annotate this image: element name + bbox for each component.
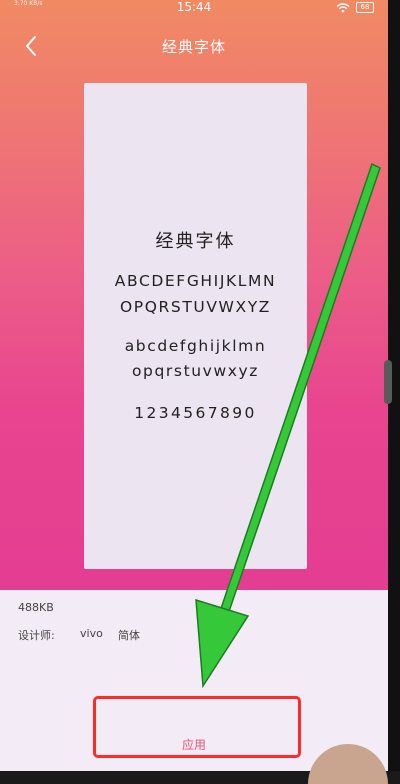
status-icons: 68 xyxy=(336,2,374,13)
preview-digits: 1234567890 xyxy=(134,404,257,422)
preview-uppercase-line-1: ABCDEFGHIJKLMN xyxy=(114,272,277,290)
status-bar: 3.70 KB/s 15:44 68 xyxy=(0,0,388,16)
font-preview-card: 经典字体 ABCDEFGHIJKLMN OPQRSTUVWXYZ abcdefg… xyxy=(84,83,307,569)
designer-label: 设计师: xyxy=(18,629,55,642)
phone-side-button xyxy=(384,360,392,404)
preview-lowercase-line-1: abcdefghijklmn xyxy=(124,337,267,355)
phone-screen: 3.70 KB/s 15:44 68 经典字体 经典字体 ABCDEFGHIJK… xyxy=(0,0,388,771)
navigation-bar: 经典字体 xyxy=(0,28,388,64)
battery-icon: 68 xyxy=(356,2,374,13)
file-size: 488KB xyxy=(18,601,54,614)
preview-uppercase-line-2: OPQRSTUVWXYZ xyxy=(119,298,271,316)
designer-row: 设计师: vivo 简体 xyxy=(18,627,140,643)
page-title: 经典字体 xyxy=(161,38,226,56)
status-time: 15:44 xyxy=(176,0,212,14)
highlight-box xyxy=(93,696,301,758)
designer-name: vivo xyxy=(80,627,103,640)
font-style-label: 简体 xyxy=(118,629,140,642)
preview-lowercase-line-2: opqrstuvwxyz xyxy=(131,362,260,380)
preview-font-name: 经典字体 xyxy=(155,231,236,252)
wifi-icon xyxy=(336,2,350,13)
